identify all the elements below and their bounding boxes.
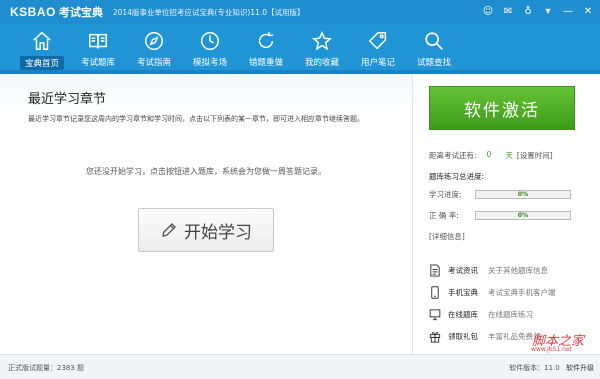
link-desc: 关于其他题库信息 (488, 265, 548, 275)
accuracy-row: 正 确 率: 0% (429, 210, 571, 221)
nav-item-notes[interactable]: 用户笔记 (350, 24, 406, 70)
link-desc: 考试宝典手机客户端 (488, 287, 556, 297)
window-title: 2014版事业单位招考应试宝典(专业知识)11.0【试用版】 (112, 7, 305, 17)
tag-icon (368, 32, 387, 50)
clock-icon (201, 32, 219, 50)
link-name: 领取礼包 (448, 331, 478, 341)
progress-label: 学习进度: (429, 190, 462, 199)
main-nav: 宝典首页 考试题库 考试指南 模拟考场 错题重做 我的收藏 用户笔记 试题查找 (0, 24, 600, 70)
link-exam-news[interactable]: 考试资讯 关于其他题库信息 (429, 259, 594, 281)
nav-label: 错题重做 (248, 58, 283, 68)
gift-icon (429, 331, 441, 343)
nav-label: 用户笔记 (360, 58, 395, 68)
progress-percent: 0% (517, 191, 529, 198)
feedback-icon[interactable]: ✉ (500, 3, 516, 19)
accuracy-bar: 0% (475, 211, 571, 220)
watermark-url: www.jb51.net (531, 346, 572, 353)
home-icon (33, 31, 51, 50)
nav-item-guide[interactable]: 考试指南 (126, 24, 182, 70)
link-desc: 在线题库练习 (488, 309, 533, 319)
window-controls: ☺ ✉ ♁ ▾ — ✕ (480, 3, 596, 19)
nav-label: 考试题库 (80, 58, 115, 68)
link-online-bank[interactable]: 在线题库 在线题库练习 (429, 303, 594, 325)
start-study-label: 开始学习 (184, 222, 252, 243)
empty-message: 您还没开始学习，点击按钮进入题库，系统会为您做一周答题记录。 (86, 167, 326, 176)
progress-percent: 0% (517, 212, 529, 219)
title-bar: KSBAO 考试宝典 2014版事业单位招考应试宝典(专业知识)11.0【试用版… (0, 0, 600, 24)
minimize-icon[interactable]: — (560, 3, 576, 19)
link-mobile-app[interactable]: 手机宝典 考试宝典手机客户端 (429, 281, 594, 303)
nav-item-mock-exam[interactable]: 模拟考场 (182, 24, 238, 70)
document-icon (430, 263, 440, 277)
monitor-icon (429, 308, 441, 320)
user-icon[interactable]: ☺ (480, 3, 496, 19)
version-info: 软件版本：11.0 软件升级 (509, 363, 594, 373)
nav-label: 模拟考场 (192, 58, 227, 68)
nav-item-search[interactable]: 试题查找 (406, 24, 462, 70)
status-bar: 正式版试题量：2383 题 软件版本：11.0 软件升级 (0, 354, 600, 379)
upgrade-link[interactable]: 软件升级 (566, 364, 594, 372)
nav-label: 试题查找 (416, 58, 451, 68)
compass-icon (145, 32, 163, 50)
start-study-button[interactable]: 开始学习 (138, 208, 274, 252)
nav-item-home[interactable]: 宝典首页 (14, 24, 70, 70)
pencil-icon (162, 223, 176, 237)
set-time-link[interactable]: [设置时间] (517, 150, 553, 161)
section-description: 最近学习章节记录您这周内的学习章节和学习时间，点击以下列表的某一章节，即可进入相… (28, 115, 364, 123)
nav-item-redo-wrong[interactable]: 错题重做 (238, 24, 294, 70)
nav-item-favorites[interactable]: 我的收藏 (294, 24, 350, 70)
progress-title: 题库练习总进度: (429, 172, 485, 181)
nav-label: 我的收藏 (304, 58, 339, 68)
study-progress-bar: 0% (475, 190, 571, 199)
exam-countdown-label: 距离考试还有: (429, 151, 477, 160)
sidebar: 软件激活 距离考试还有: 0 天 [设置时间] 题库练习总进度: 学习进度: 0… (412, 74, 600, 354)
star-icon (311, 30, 333, 51)
nav-item-question-bank[interactable]: 考试题库 (70, 24, 126, 70)
recent-chapters-panel: 最近学习章节 最近学习章节记录您这周内的学习章节和学习时间，点击以下列表的某一章… (0, 74, 412, 354)
version-text: 软件版本：11.0 (509, 364, 560, 372)
study-progress-row: 学习进度: 0% (429, 189, 571, 200)
app-logo-sub: 考试宝典 (58, 6, 103, 19)
page-title: 最近学习章节 (28, 92, 107, 107)
progress-label: 正 确 率: (429, 211, 459, 220)
activate-button[interactable]: 软件激活 (429, 86, 575, 130)
search-icon (425, 32, 443, 50)
link-name: 手机宝典 (448, 287, 478, 297)
menu-icon[interactable]: ▾ (540, 3, 556, 19)
phone-icon (431, 285, 439, 299)
exam-countdown: 距离考试还有: 0 天 [设置时间] (429, 150, 553, 161)
nav-label: 宝典首页 (19, 56, 64, 70)
exam-days-value: 0 (486, 150, 492, 159)
close-icon[interactable]: ✕ (580, 3, 596, 19)
link-name: 在线题库 (448, 309, 478, 319)
link-name: 考试资讯 (448, 265, 478, 275)
book-icon (89, 33, 107, 49)
redo-icon (258, 31, 274, 49)
exam-days-unit: 天 (505, 151, 513, 160)
bulb-icon[interactable]: ♁ (520, 3, 536, 19)
app-logo: KSBAO (10, 5, 56, 19)
nav-label: 考试指南 (136, 58, 171, 68)
question-count: 正式版试题量：2383 题 (8, 364, 85, 372)
detail-info-link[interactable]: [详细信息] (429, 231, 465, 242)
